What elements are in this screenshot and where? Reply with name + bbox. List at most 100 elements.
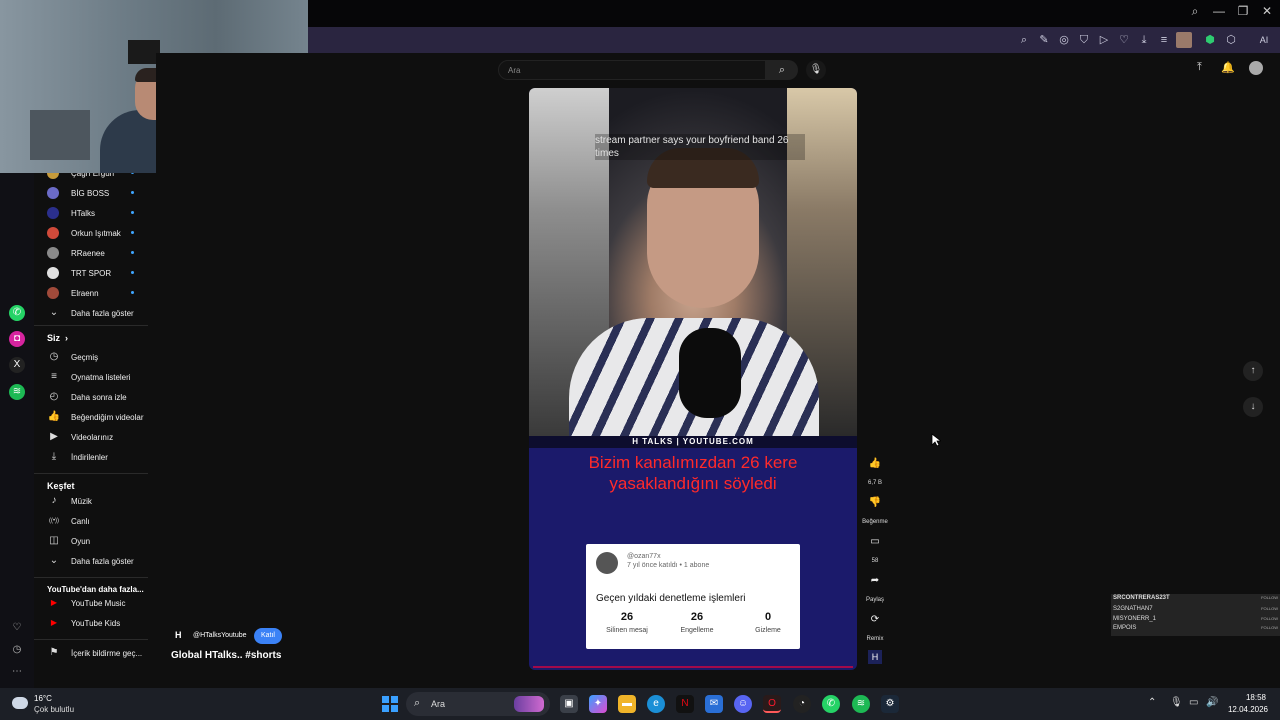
search-icon: ⌕ (414, 697, 421, 709)
section-title-you[interactable]: Siz (47, 333, 60, 343)
profile-avatar[interactable] (1176, 32, 1192, 48)
sidebar-item-live[interactable]: ((•)) Canlı (34, 511, 156, 531)
remix-button[interactable]: ⟳ Remix (862, 610, 888, 642)
whatsapp-icon[interactable]: ✆ (822, 695, 840, 713)
sidebar-item-history[interactable]: ◷ Geçmiş (34, 347, 156, 367)
heart-icon[interactable]: ♡ (1117, 33, 1131, 47)
sidebar-item-chevron-down[interactable]: ⌄ Daha fazla göster (34, 551, 156, 571)
sidebar-subscription[interactable]: BİG BOSS (34, 183, 156, 203)
start-button[interactable] (382, 696, 398, 712)
sidebar-subscription[interactable]: HTalks (34, 203, 156, 223)
camera-icon[interactable]: ◎ (1057, 33, 1071, 47)
voice-search-button[interactable]: 🎙 (806, 60, 826, 80)
instagram-icon[interactable]: ◘ (9, 331, 25, 347)
close-button[interactable]: ✕ (1255, 4, 1279, 18)
avatar (596, 552, 618, 574)
next-short-button[interactable]: ↓ (1243, 397, 1263, 417)
microphone-icon[interactable]: 🎙 (1170, 697, 1183, 708)
steam-icon[interactable]: ⚙ (881, 695, 899, 713)
sidebar-subscription[interactable]: RRaenee (34, 243, 156, 263)
volume-icon[interactable]: 🔊 (1206, 697, 1218, 708)
video-frame: stream partner says your boyfriend band … (529, 88, 857, 438)
sidebar-item-yt-app[interactable]: ▶ YouTube Music (34, 593, 156, 613)
like-icon: 👍 (47, 411, 61, 422)
comment-button[interactable]: ▭ 58 (862, 532, 888, 564)
weather-condition[interactable]: Çok bulutlu (34, 705, 74, 714)
sidebar-item-clock[interactable]: ◴ Daha sonra izle (34, 387, 156, 407)
like-button[interactable]: 👍 6,7 B (862, 454, 888, 486)
clock-date[interactable]: 12.04.2026 (1224, 705, 1268, 714)
follow-row: S2GNATHAN7 FOLLOW (1113, 606, 1278, 612)
short-title[interactable]: Global HTalks.. #shorts (171, 650, 281, 661)
copilot-icon[interactable]: ✦ (589, 695, 607, 713)
sidebar-subscription[interactable]: Çağrı Ergün (34, 173, 156, 183)
search-button[interactable]: ⌕ (766, 60, 798, 80)
sidebar-item-playlist[interactable]: ≡ Oynatma listeleri (34, 367, 156, 387)
notifications-icon[interactable]: 🔔 (1221, 61, 1235, 74)
edit-icon[interactable]: ✎ (1037, 33, 1051, 47)
edge-icon[interactable]: e (647, 695, 665, 713)
channel-logo-icon[interactable]: H (868, 650, 882, 664)
sidebar-item-label: YouTube Music (71, 599, 126, 608)
x-twitter-icon[interactable]: X (9, 357, 25, 373)
live-dot-icon (131, 173, 134, 174)
file-explorer-icon[interactable]: ▬ (618, 695, 636, 713)
live-dot-icon (131, 291, 134, 294)
channel-logo-icon[interactable]: H (175, 630, 185, 642)
cube-icon[interactable]: ⬡ (1224, 33, 1238, 47)
task-view-icon[interactable]: ▣ (560, 695, 578, 713)
history-icon[interactable]: ◷ (9, 642, 25, 658)
tray-overflow-icon[interactable]: ⌃ (1148, 697, 1156, 708)
network-icon[interactable]: ▭ (1189, 697, 1198, 708)
more-icon[interactable]: ⋯ (9, 664, 25, 680)
spotify-icon[interactable]: ≋ (9, 384, 25, 400)
netflix-icon[interactable]: N (676, 695, 694, 713)
search-input[interactable]: Ara (498, 60, 766, 80)
discord-icon[interactable]: ☺ (734, 695, 752, 713)
account-avatar[interactable] (1249, 61, 1263, 75)
share-button[interactable]: ➦ Paylaş (862, 571, 888, 603)
upload-icon[interactable]: ⤒ (1197, 61, 1202, 74)
whatsapp-icon[interactable]: ✆ (9, 305, 25, 321)
previous-short-button[interactable]: ↑ (1243, 361, 1263, 381)
live-dot-icon (131, 271, 134, 274)
ai-button[interactable]: AI (1254, 33, 1274, 47)
opera-gx-icon[interactable]: O (763, 695, 781, 713)
menu-icon[interactable]: ≡ (1157, 33, 1171, 47)
maximize-button[interactable]: ❐ (1231, 4, 1255, 18)
browser-search-icon[interactable]: ⌕ (1183, 4, 1207, 19)
sidebar-item-yt-app[interactable]: ▶ YouTube Kids (34, 613, 156, 633)
sidebar-subscription[interactable]: Elraenn (34, 283, 156, 303)
zoom-icon[interactable]: ⌕ (1017, 33, 1031, 47)
clock-time[interactable]: 18:58 (1230, 693, 1266, 702)
play-icon[interactable]: ▷ (1097, 33, 1111, 47)
heart-icon[interactable]: ♡ (9, 620, 25, 636)
dislike-button[interactable]: 👎 Beğenme (862, 493, 888, 525)
like-count: 6,7 B (867, 480, 882, 486)
sidebar-item-download[interactable]: ⤓ İndirilenler (34, 447, 156, 467)
sidebar-item-like[interactable]: 👍 Beğendiğim videolar (34, 407, 156, 427)
show-more-subscriptions[interactable]: ⌄ Daha fazla göster (34, 303, 156, 323)
extension-icon[interactable]: ⬢ (1203, 33, 1217, 47)
download-icon[interactable]: ⤓ (1137, 33, 1151, 47)
progress-bar[interactable] (533, 666, 853, 668)
sidebar-subscription[interactable]: TRT SPOR (34, 263, 156, 283)
join-button[interactable]: Katıl (254, 628, 282, 644)
taskbar-search[interactable]: ⌕ Ara (406, 692, 550, 716)
sidebar-item-music[interactable]: ♪ Müzik (34, 491, 156, 511)
outlook-icon[interactable]: ✉ (705, 695, 723, 713)
chrome-icon[interactable]: ◔ (793, 695, 811, 713)
sidebar-subscription[interactable]: Orkun Işıtmak (34, 223, 156, 243)
sidebar-item-video[interactable]: ▶ Videolarınız (34, 427, 156, 447)
minimize-button[interactable]: — (1207, 4, 1231, 18)
avatar (47, 247, 59, 259)
channel-handle[interactable]: @HTalksYoutube (193, 632, 247, 639)
sidebar-item-label: Çağrı Ergün (71, 173, 115, 178)
cloud-icon[interactable] (12, 697, 28, 709)
sidebar-item-gamepad[interactable]: ◫ Oyun (34, 531, 156, 551)
sidebar-item-report[interactable]: ⚑ İçerik bildirme geç... (34, 643, 156, 663)
shield-icon[interactable]: ⛉ (1077, 33, 1091, 47)
weather-temperature[interactable]: 16°C (34, 694, 52, 703)
spotify-icon[interactable]: ≋ (852, 695, 870, 713)
short-video-player[interactable]: stream partner says your boyfriend band … (529, 88, 857, 670)
